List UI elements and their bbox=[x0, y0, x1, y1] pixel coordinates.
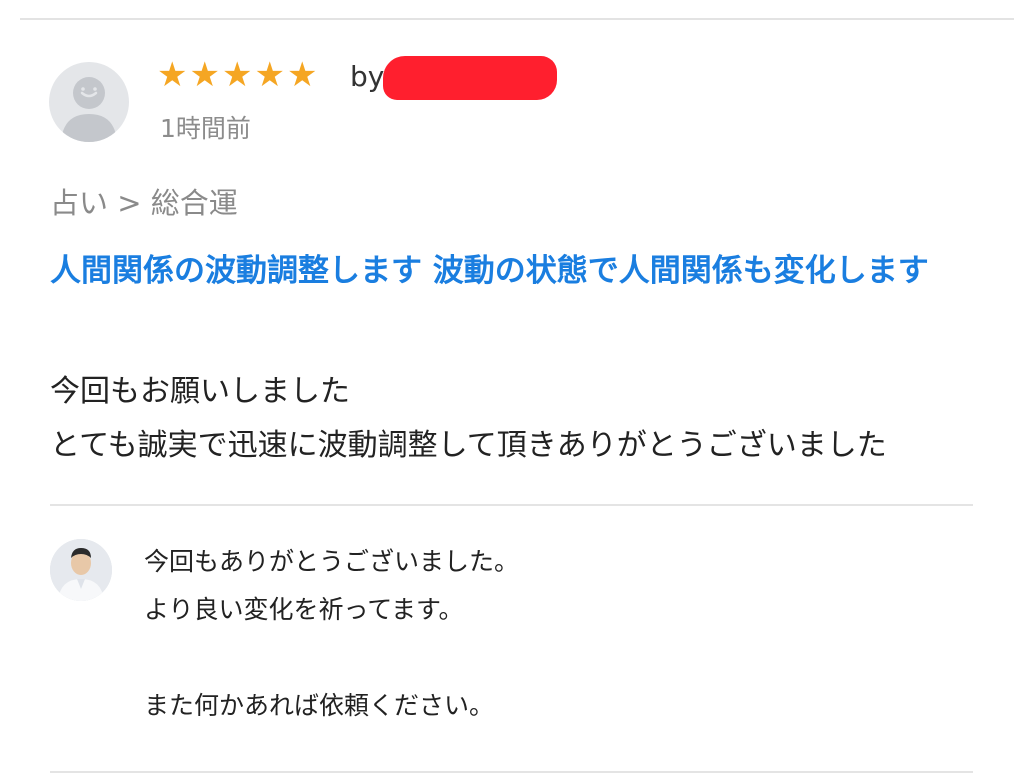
top-divider bbox=[20, 18, 1014, 20]
bottom-divider bbox=[50, 771, 973, 773]
reply-line: 今回もありがとうございました。 bbox=[144, 547, 520, 576]
reviewer-avatar bbox=[49, 62, 129, 142]
service-title-link[interactable]: 人間関係の波動調整します 波動の状態で人間関係も変化します bbox=[50, 244, 965, 298]
star-icon: ★ bbox=[189, 55, 220, 95]
star-icon: ★ bbox=[286, 55, 318, 95]
seller-photo-icon bbox=[50, 539, 112, 601]
seller-avatar bbox=[50, 539, 112, 601]
default-user-icon bbox=[61, 77, 117, 142]
reply-line bbox=[144, 634, 964, 682]
reply-line: より良い変化を祈ってます。 bbox=[144, 595, 464, 624]
star-icon: ★ bbox=[221, 55, 253, 95]
star-icon: ★ bbox=[157, 55, 188, 95]
reply-divider bbox=[50, 504, 973, 506]
rating-stars: ★ ★ ★ ★ ★ bbox=[157, 58, 317, 92]
category-breadcrumb[interactable]: 占い > 総合運 bbox=[50, 185, 238, 221]
review-text-line: 今回もお願いしました bbox=[50, 374, 350, 409]
seller-reply: 今回もありがとうございました。 より良い変化を祈ってます。 また何かあれば依頼く… bbox=[144, 538, 964, 730]
reply-line: また何かあれば依頼ください。 bbox=[144, 691, 495, 720]
review-text-line: とても誠実で迅速に波動調整して頂きありがとうございました bbox=[50, 428, 887, 463]
star-icon: ★ bbox=[254, 55, 285, 95]
reviewer-by-label: by bbox=[350, 60, 385, 93]
redacted-reviewer-name bbox=[383, 56, 557, 100]
review-timestamp: 1時間前 bbox=[160, 114, 251, 143]
review-body: 今回もお願いしました とても誠実で迅速に波動調整して頂きありがとうございました bbox=[50, 365, 990, 473]
